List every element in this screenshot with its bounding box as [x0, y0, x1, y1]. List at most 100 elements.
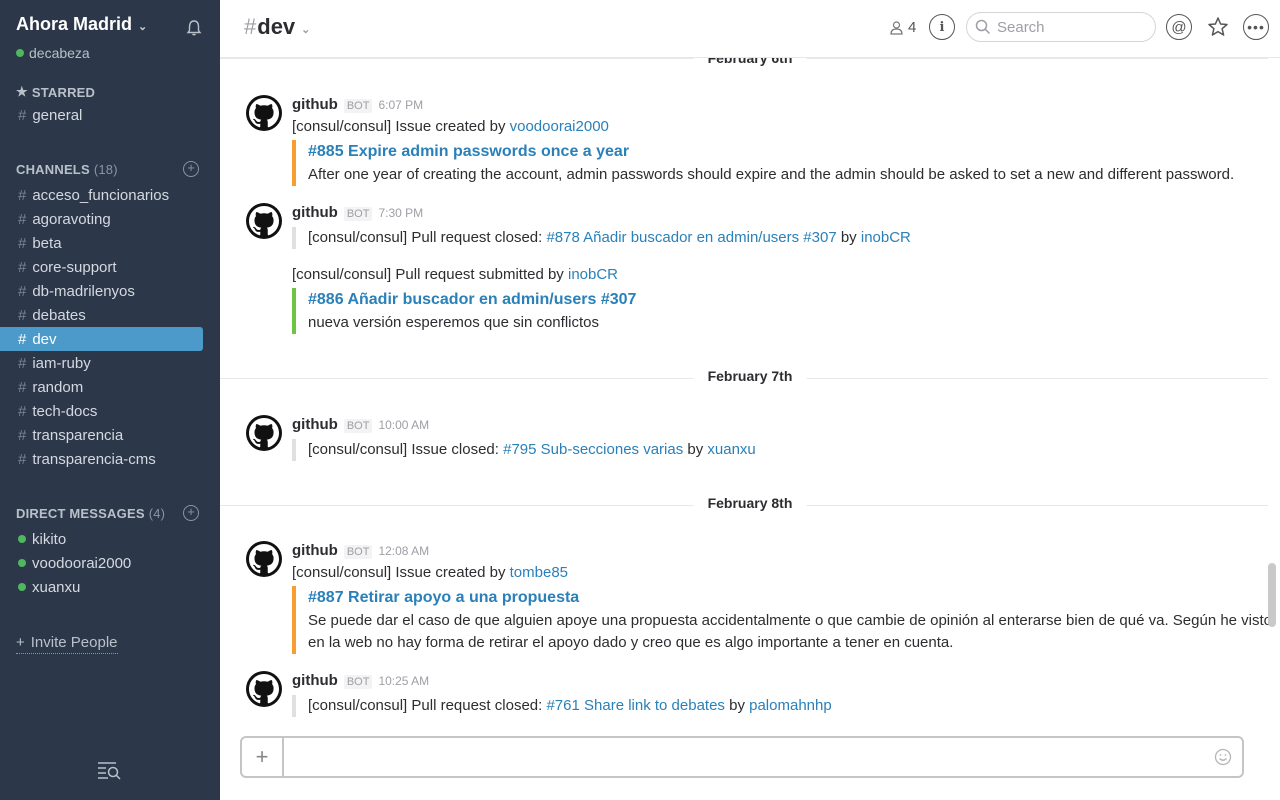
- message-composer[interactable]: +: [240, 736, 1244, 778]
- sidebar-dm-xuanxu[interactable]: xuanxu: [0, 575, 203, 599]
- hash-icon: #: [18, 354, 27, 372]
- quote-text: [consul/consul] Pull request closed:: [308, 229, 547, 246]
- pr-link[interactable]: #761 Share link to debates: [546, 697, 724, 714]
- quote-by: by: [724, 697, 750, 714]
- user-link[interactable]: inobCR: [861, 229, 911, 246]
- attachment-title-link[interactable]: #886 Añadir buscador en admin/users #307: [308, 288, 636, 312]
- dm-label: voodoorai2000: [32, 554, 132, 572]
- dm-header[interactable]: DIRECT MESSAGES (4): [16, 506, 165, 521]
- message-pane[interactable]: February 6th github BOT 6:07 PM [consul/…: [220, 58, 1270, 728]
- channel-hash: #: [244, 14, 257, 39]
- sidebar: Ahora Madrid ⌄ decabeza ★ STARRED # gene…: [0, 0, 220, 800]
- add-channel-icon[interactable]: +: [183, 161, 199, 177]
- user-link[interactable]: palomahnhp: [749, 697, 832, 714]
- add-dm-icon[interactable]: +: [183, 505, 199, 521]
- plus-icon: +: [16, 634, 25, 651]
- attachment: #885 Expire admin passwords once a year …: [292, 140, 1234, 186]
- github-avatar-icon[interactable]: [246, 415, 282, 451]
- sidebar-item-core-support[interactable]: # core-support: [0, 255, 203, 279]
- sidebar-dm-voodoorai2000[interactable]: voodoorai2000: [0, 551, 203, 575]
- github-avatar-icon[interactable]: [246, 671, 282, 707]
- attachment-title-link[interactable]: #885 Expire admin passwords once a year: [308, 140, 1234, 164]
- sidebar-dm-kikito[interactable]: kikito: [0, 527, 203, 551]
- sidebar-item-transparencia[interactable]: # transparencia: [0, 423, 203, 447]
- sidebar-item-agoravoting[interactable]: # agoravoting: [0, 207, 203, 231]
- bot-badge: BOT: [343, 675, 373, 689]
- attachment-title-link[interactable]: #887 Retirar apoyo a una propuesta: [308, 586, 1242, 610]
- sidebar-item-general[interactable]: # general: [0, 103, 203, 127]
- message-author[interactable]: github: [292, 542, 338, 559]
- message-timestamp[interactable]: 10:25 AM: [378, 674, 429, 688]
- search-icon: [975, 19, 991, 35]
- channel-label: transparencia-cms: [32, 450, 156, 468]
- message-text-prefix: [consul/consul] Pull request submitted b…: [292, 266, 568, 283]
- sidebar-item-debates[interactable]: # debates: [0, 303, 203, 327]
- message-timestamp[interactable]: 12:08 AM: [378, 544, 429, 558]
- message-author[interactable]: github: [292, 672, 338, 689]
- channels-header[interactable]: CHANNELS (18): [16, 162, 118, 177]
- bell-icon[interactable]: [185, 19, 203, 37]
- sidebar-item-iam-ruby[interactable]: # iam-ruby: [0, 351, 203, 375]
- user-link[interactable]: voodoorai2000: [510, 118, 609, 135]
- channels-count: (18): [93, 162, 118, 177]
- channel-label: tech-docs: [32, 402, 98, 420]
- chevron-down-icon: ⌄: [138, 20, 148, 33]
- bot-badge: BOT: [343, 545, 373, 559]
- channel-title[interactable]: # dev ⌄: [244, 14, 310, 40]
- invite-people-link[interactable]: + Invite People: [16, 634, 118, 654]
- user-link[interactable]: tombe85: [510, 564, 568, 581]
- message-scrollbar[interactable]: [1268, 563, 1276, 627]
- channel-label: random: [32, 378, 84, 396]
- dm-count: (4): [148, 506, 166, 521]
- github-avatar-icon[interactable]: [246, 541, 282, 577]
- message-text: [consul/consul] Pull request submitted b…: [292, 266, 618, 283]
- starred-header[interactable]: ★ STARRED: [16, 84, 95, 100]
- info-icon[interactable]: i: [929, 14, 955, 40]
- member-count: 4: [908, 19, 917, 36]
- channel-label: agoravoting: [32, 210, 111, 228]
- bot-badge: BOT: [343, 419, 373, 433]
- channel-label: beta: [32, 234, 62, 252]
- sidebar-item-dev[interactable]: # dev: [0, 327, 203, 351]
- sidebar-item-acceso-funcionarios[interactable]: # acceso_funcionarios: [0, 183, 203, 207]
- sidebar-item-db-madrilenyos[interactable]: # db-madrilenyos: [0, 279, 203, 303]
- channel-label: db-madrilenyos: [32, 282, 135, 300]
- channel-header: # dev ⌄ 4 i Search @ •••: [220, 0, 1280, 58]
- issue-link[interactable]: #795 Sub-secciones varias: [503, 441, 683, 458]
- channel-label: general: [32, 106, 83, 124]
- github-avatar-icon[interactable]: [246, 95, 282, 131]
- message-header: github BOT 12:08 AM: [292, 542, 429, 559]
- attachment-text: en la web no hay forma de retirar el apo…: [308, 634, 954, 651]
- message-author[interactable]: github: [292, 416, 338, 433]
- channel-label: transparencia: [32, 426, 124, 444]
- hash-icon: #: [18, 258, 27, 276]
- sidebar-item-transparencia-cms[interactable]: # transparencia-cms: [0, 447, 203, 471]
- message-timestamp[interactable]: 10:00 AM: [378, 418, 429, 432]
- message-timestamp[interactable]: 7:30 PM: [378, 206, 423, 220]
- search-input[interactable]: Search: [966, 12, 1156, 42]
- sidebar-item-random[interactable]: # random: [0, 375, 203, 399]
- sidebar-item-tech-docs[interactable]: # tech-docs: [0, 399, 203, 423]
- member-count-button[interactable]: 4: [890, 19, 916, 36]
- add-attachment-icon[interactable]: +: [242, 738, 284, 776]
- pr-link[interactable]: #878 Añadir buscador en admin/users #307: [546, 229, 836, 246]
- message-timestamp[interactable]: 6:07 PM: [378, 98, 423, 112]
- current-user[interactable]: decabeza: [16, 45, 90, 61]
- team-menu[interactable]: Ahora Madrid ⌄: [16, 14, 147, 35]
- mentions-icon[interactable]: @: [1166, 14, 1192, 40]
- attachment-text: After one year of creating the account, …: [308, 166, 1235, 183]
- emoji-icon[interactable]: [1214, 748, 1232, 766]
- user-link[interactable]: inobCR: [568, 266, 618, 283]
- github-avatar-icon[interactable]: [246, 203, 282, 239]
- invite-label: Invite People: [30, 634, 118, 651]
- dm-label: xuanxu: [32, 578, 81, 596]
- user-link[interactable]: xuanxu: [707, 441, 755, 458]
- quick-switcher-icon[interactable]: [96, 760, 122, 780]
- sidebar-item-beta[interactable]: # beta: [0, 231, 203, 255]
- message-author[interactable]: github: [292, 204, 338, 221]
- message-author[interactable]: github: [292, 96, 338, 113]
- message-header: github BOT 10:00 AM: [292, 416, 429, 433]
- more-options-icon[interactable]: •••: [1243, 14, 1269, 40]
- hash-icon: #: [18, 330, 27, 348]
- star-icon[interactable]: [1205, 14, 1231, 40]
